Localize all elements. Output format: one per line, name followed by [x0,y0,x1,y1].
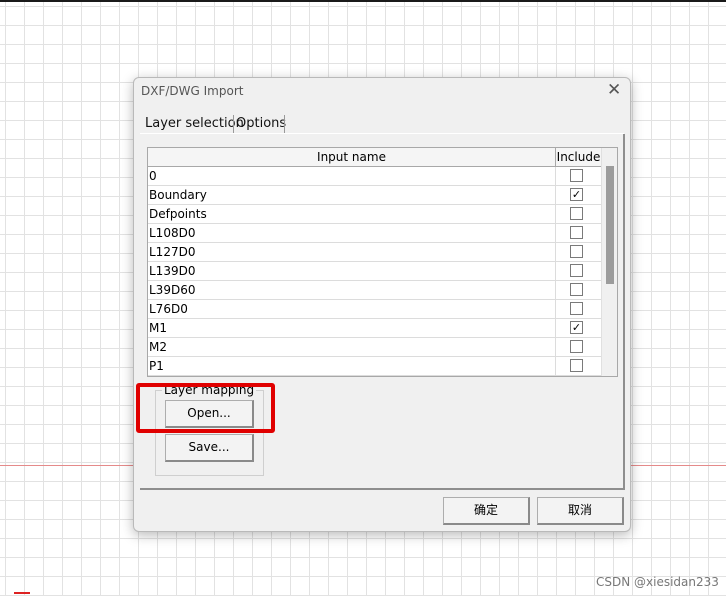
include-checkbox[interactable] [570,207,583,220]
include-checkbox[interactable] [570,340,583,353]
layer-name: L127D0 [149,245,196,259]
include-checkbox[interactable] [570,169,583,182]
include-cell [555,224,601,242]
watermark: CSDN @xiesidan233 [596,575,719,589]
highlight-box [136,383,275,433]
include-checkbox[interactable] [570,264,583,277]
include-checkbox[interactable]: ✓ [570,188,583,201]
include-checkbox[interactable] [570,226,583,239]
include-cell [555,205,601,223]
layer-name: L76D0 [149,302,188,316]
save-button[interactable]: Save... [165,434,254,462]
tab-options[interactable]: Options [236,116,286,131]
checkmark-icon: ✓ [571,188,582,201]
ok-button[interactable]: 确定 [443,497,530,525]
table-row[interactable]: L127D0 [148,243,601,262]
table-row[interactable]: L39D60 [148,281,601,300]
table-row[interactable]: Defpoints [148,205,601,224]
dialog-title: DXF/DWG Import [141,84,244,98]
table-row[interactable]: L76D0 [148,300,601,319]
layer-name: Defpoints [149,207,207,221]
include-cell [555,338,601,356]
table-row[interactable]: P1 [148,357,601,376]
include-cell: ✓ [555,319,601,337]
include-checkbox[interactable]: ✓ [570,321,583,334]
vertical-scrollbar[interactable] [601,148,617,376]
table-row[interactable]: Boundary ✓ [148,186,601,205]
layer-name: M1 [149,321,167,335]
include-cell [555,357,601,375]
include-checkbox[interactable] [570,245,583,258]
layer-name: 0 [149,169,157,183]
include-cell: ✓ [555,186,601,204]
include-cell [555,281,601,299]
layer-name: P1 [149,359,164,373]
layer-name: Boundary [149,188,207,202]
include-checkbox[interactable] [570,302,583,315]
include-checkbox[interactable] [570,283,583,296]
tab-separator [284,115,285,133]
table-row[interactable]: M1 ✓ [148,319,601,338]
layer-name: L139D0 [149,264,196,278]
table-row[interactable]: 0 [148,167,601,186]
layer-name: M2 [149,340,167,354]
cancel-button[interactable]: 取消 [537,497,624,525]
checkmark-icon: ✓ [571,321,582,334]
table-body: 0 Boundary ✓ Defpoints L108D0 L127D0 L139D0 L39… [148,167,601,376]
column-header-include[interactable]: Include [555,148,601,166]
column-header-input-name[interactable]: Input name [148,148,555,166]
tab-layer-selection[interactable]: Layer selection [145,116,244,131]
table-row[interactable]: M2 [148,338,601,357]
import-dialog: DXF/DWG Import ✕ Layer selection Options… [133,77,631,532]
include-cell [555,243,601,261]
tab-separator [233,115,234,133]
corner-mark [14,592,30,594]
table-header: Input name Include [148,148,601,167]
include-cell [555,167,601,185]
layer-table: Input name Include 0 Boundary ✓ Defpoints L1… [147,147,618,377]
close-icon[interactable]: ✕ [607,82,621,99]
top-border [0,0,726,2]
include-cell [555,262,601,280]
layer-name: L39D60 [149,283,196,297]
scrollbar-thumb[interactable] [606,166,614,284]
layer-name: L108D0 [149,226,196,240]
include-checkbox[interactable] [570,359,583,372]
table-row[interactable]: L139D0 [148,262,601,281]
table-row[interactable]: L108D0 [148,224,601,243]
include-cell [555,300,601,318]
